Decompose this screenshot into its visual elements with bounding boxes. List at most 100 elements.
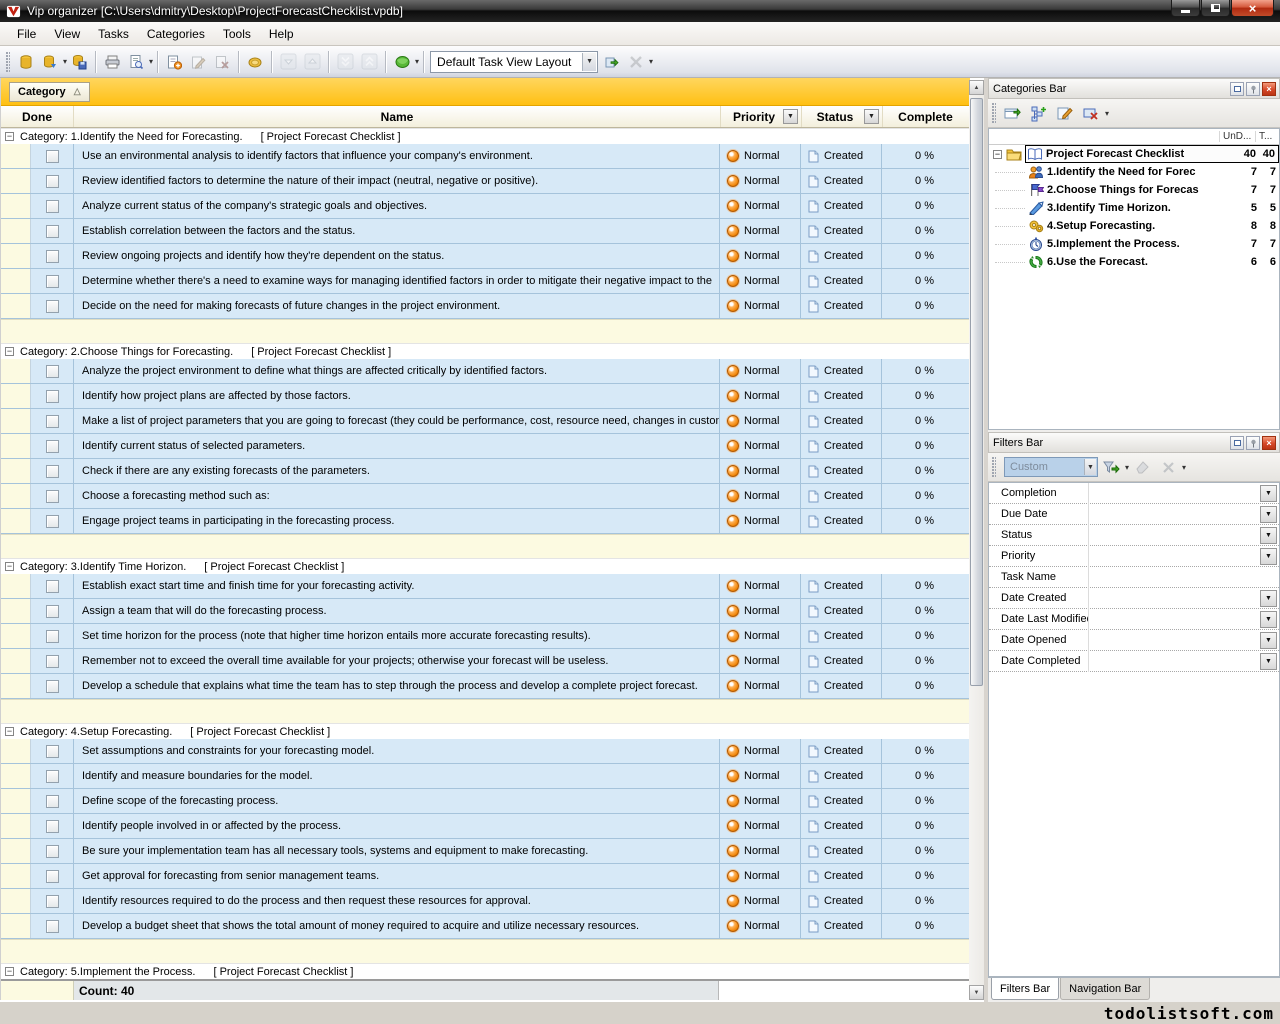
tree-item[interactable]: 3.Identify Time Horizon.55 — [989, 199, 1279, 217]
task-name[interactable]: Check if there are any existing forecast… — [74, 459, 720, 483]
move-bottom-button[interactable] — [333, 50, 357, 74]
done-checkbox[interactable] — [46, 300, 59, 313]
view-dropdown-icon[interactable]: ▾ — [415, 57, 419, 66]
done-checkbox[interactable] — [46, 490, 59, 503]
delete-task-button[interactable] — [210, 50, 234, 74]
edit-category-button[interactable] — [1052, 101, 1078, 125]
done-checkbox[interactable] — [46, 655, 59, 668]
menu-tools[interactable]: Tools — [214, 24, 260, 44]
save-database-button[interactable] — [67, 50, 91, 74]
done-checkbox[interactable] — [46, 605, 59, 618]
task-name[interactable]: Get approval for forecasting from senior… — [74, 864, 720, 888]
print-preview-dropdown-icon[interactable]: ▾ — [149, 57, 153, 66]
filters-toolbar-overflow-icon[interactable]: ▾ — [1182, 463, 1186, 472]
apply-filter-button[interactable] — [1098, 455, 1124, 479]
task-name[interactable]: Make a list of project parameters that y… — [74, 409, 720, 433]
print-preview-button[interactable] — [124, 50, 148, 74]
tab-filters-bar[interactable]: Filters Bar — [991, 978, 1059, 1000]
done-checkbox[interactable] — [46, 745, 59, 758]
group-by-category-chip[interactable]: Category △ — [9, 82, 90, 102]
toolbar-overflow-icon[interactable]: ▾ — [649, 57, 653, 66]
filters-restore-icon[interactable] — [1230, 436, 1244, 450]
category-group-header[interactable]: −Category: 3.Identify Time Horizon.[ Pro… — [1, 558, 970, 574]
filter-preset-combo[interactable]: Custom ▼ — [1004, 457, 1098, 477]
categories-close-icon[interactable]: × — [1262, 82, 1276, 96]
scroll-down-icon[interactable]: ▼ — [969, 985, 984, 1000]
column-header-done[interactable]: Done — [1, 106, 74, 127]
done-checkbox[interactable] — [46, 225, 59, 238]
task-name[interactable]: Define scope of the forecasting process. — [74, 789, 720, 813]
tree-collapse-icon[interactable]: − — [993, 150, 1002, 159]
done-checkbox[interactable] — [46, 515, 59, 528]
done-checkbox[interactable] — [46, 870, 59, 883]
column-header-status[interactable]: Status ▼ — [802, 106, 883, 127]
menu-categories[interactable]: Categories — [138, 24, 214, 44]
done-checkbox[interactable] — [46, 465, 59, 478]
done-checkbox[interactable] — [46, 580, 59, 593]
open-database-button[interactable] — [38, 50, 62, 74]
done-checkbox[interactable] — [46, 895, 59, 908]
done-checkbox[interactable] — [46, 680, 59, 693]
total-column-header[interactable]: T... — [1255, 131, 1279, 142]
task-name[interactable]: Develop a budget sheet that shows the to… — [74, 914, 720, 938]
done-checkbox[interactable] — [46, 275, 59, 288]
filters-pin-icon[interactable] — [1246, 436, 1260, 450]
filter-field-dropdown-icon[interactable]: ▼ — [1260, 527, 1277, 544]
menu-file[interactable]: File — [8, 24, 45, 44]
done-checkbox[interactable] — [46, 200, 59, 213]
task-name[interactable]: Develop a schedule that explains what ti… — [74, 674, 720, 698]
task-name[interactable]: Engage project teams in participating in… — [74, 509, 720, 533]
task-name[interactable]: Determine whether there's a need to exam… — [74, 269, 720, 293]
delete-layout-button[interactable] — [624, 50, 648, 74]
collapse-icon[interactable]: − — [5, 562, 14, 571]
task-name[interactable]: Review identified factors to determine t… — [74, 169, 720, 193]
done-checkbox[interactable] — [46, 440, 59, 453]
task-name[interactable]: Establish exact start time and finish ti… — [74, 574, 720, 598]
menu-tasks[interactable]: Tasks — [89, 24, 138, 44]
done-checkbox[interactable] — [46, 415, 59, 428]
task-name[interactable]: Set assumptions and constraints for your… — [74, 739, 720, 763]
restore-button[interactable] — [1201, 0, 1230, 17]
new-checklist-button[interactable] — [1000, 101, 1026, 125]
collapse-icon[interactable]: − — [5, 967, 14, 976]
done-checkbox[interactable] — [46, 845, 59, 858]
new-category-button[interactable] — [1026, 101, 1052, 125]
new-task-button[interactable] — [162, 50, 186, 74]
undone-column-header[interactable]: UnD... — [1219, 131, 1255, 142]
delete-filter-button[interactable] — [1155, 455, 1181, 479]
done-checkbox[interactable] — [46, 390, 59, 403]
categories-pin-icon[interactable] — [1246, 82, 1260, 96]
tree-item[interactable]: 1.Identify the Need for Forec77 — [989, 163, 1279, 181]
filter-field-dropdown-icon[interactable]: ▼ — [1260, 485, 1277, 502]
task-name[interactable]: Remember not to exceed the overall time … — [74, 649, 720, 673]
clear-filter-button[interactable] — [1129, 455, 1155, 479]
done-checkbox[interactable] — [46, 175, 59, 188]
category-group-header[interactable]: −Category: 1.Identify the Need for Forec… — [1, 128, 970, 144]
tree-item[interactable]: 5.Implement the Process.77 — [989, 235, 1279, 253]
task-name[interactable]: Assign a team that will do the forecasti… — [74, 599, 720, 623]
filter-field-dropdown-icon[interactable]: ▼ — [1260, 653, 1277, 670]
task-name[interactable]: Identify how project plans are affected … — [74, 384, 720, 408]
list-scrollbar[interactable]: ▲ ▼ — [969, 80, 984, 1000]
collapse-icon[interactable]: − — [5, 727, 14, 736]
task-name[interactable]: Identify current status of selected para… — [74, 434, 720, 458]
done-checkbox[interactable] — [46, 365, 59, 378]
categories-restore-icon[interactable] — [1230, 82, 1244, 96]
task-name[interactable]: Be sure your implementation team has all… — [74, 839, 720, 863]
edit-task-button[interactable] — [186, 50, 210, 74]
tree-item[interactable]: −Project Forecast Checklist4040 — [989, 145, 1279, 163]
task-name[interactable]: Choose a forecasting method such as: — [74, 484, 720, 508]
category-group-header[interactable]: −Category: 4.Setup Forecasting.[ Project… — [1, 723, 970, 739]
complete-task-button[interactable] — [243, 50, 267, 74]
move-top-button[interactable] — [357, 50, 381, 74]
scroll-up-icon[interactable]: ▲ — [969, 80, 984, 95]
tree-item[interactable]: 6.Use the Forecast.66 — [989, 253, 1279, 271]
category-group-header[interactable]: −Category: 2.Choose Things for Forecasti… — [1, 343, 970, 359]
category-group-header[interactable]: −Category: 5.Implement the Process.[ Pro… — [1, 963, 970, 979]
minimize-button[interactable] — [1171, 0, 1200, 17]
layout-combo[interactable]: Default Task View Layout ▼ — [430, 51, 598, 73]
task-name[interactable]: Set time horizon for the process (note t… — [74, 624, 720, 648]
menu-view[interactable]: View — [45, 24, 89, 44]
apply-layout-button[interactable] — [600, 50, 624, 74]
layout-combo-dropdown-icon[interactable]: ▼ — [582, 53, 596, 71]
